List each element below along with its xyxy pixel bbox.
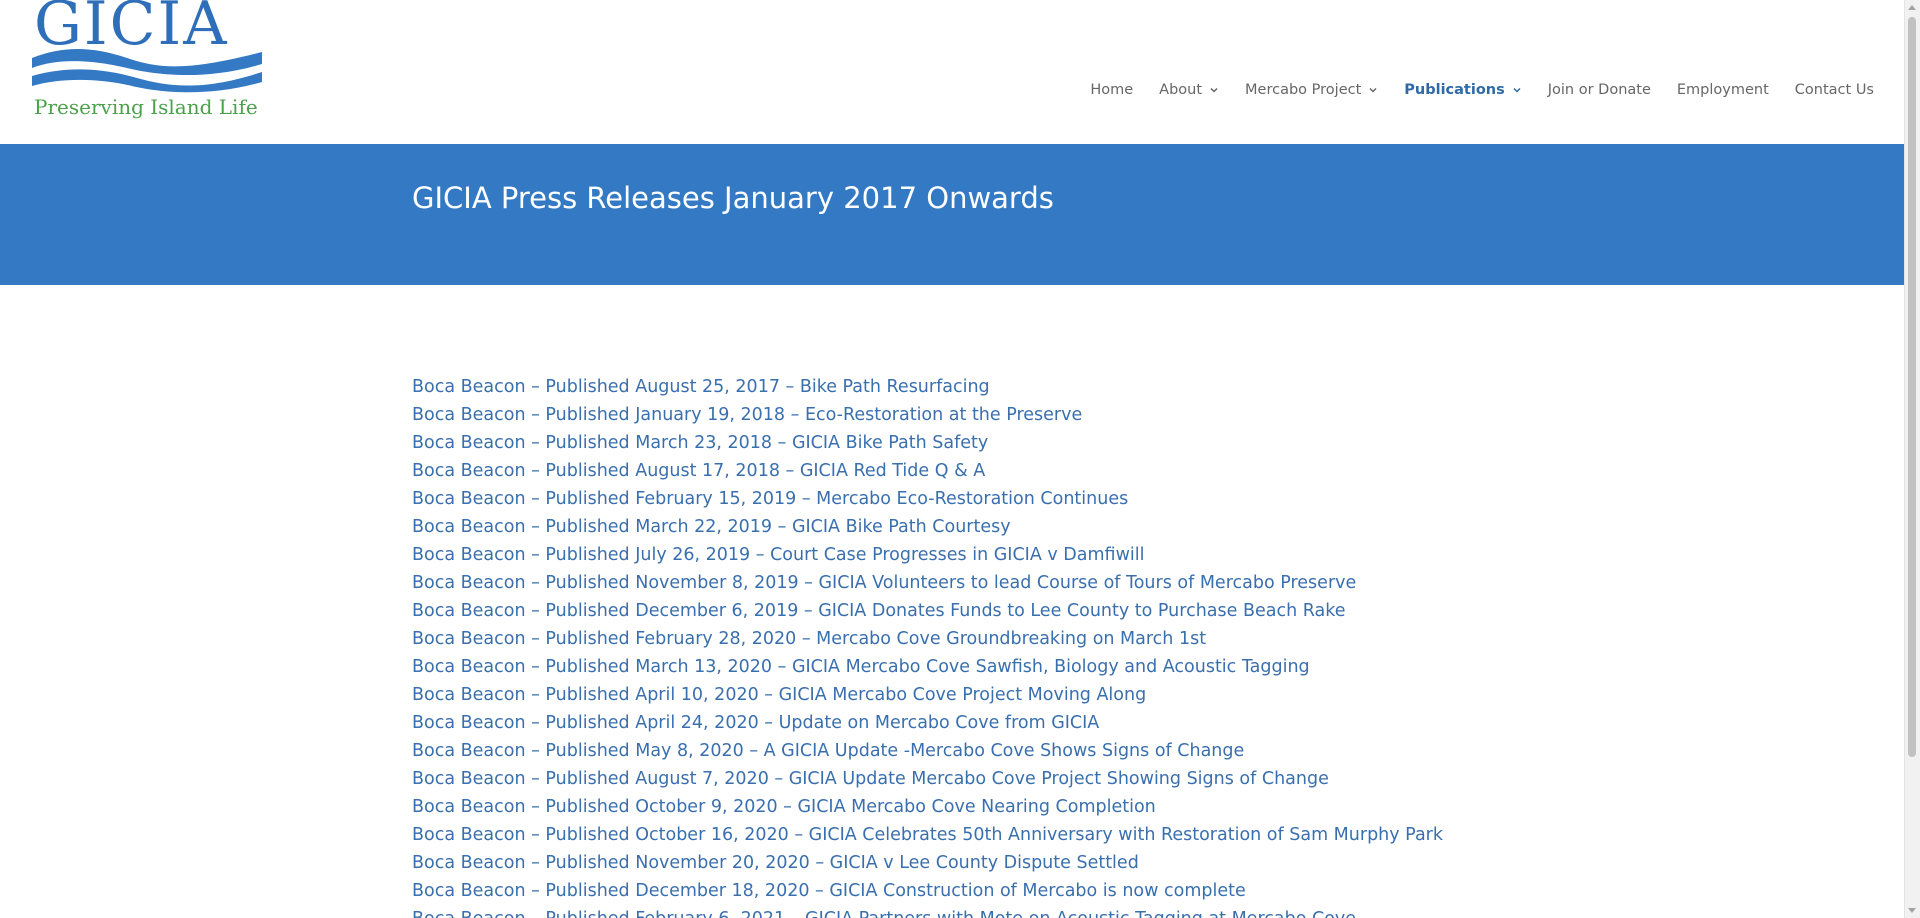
chevron-down-icon bbox=[1513, 87, 1521, 93]
press-release-link[interactable]: Boca Beacon – Published March 23, 2018 –… bbox=[412, 429, 1443, 457]
site-header: GICIA Preserving Island Life Home About … bbox=[0, 0, 1905, 144]
nav-item-contact-us[interactable]: Contact Us bbox=[1795, 82, 1874, 98]
press-release-link[interactable]: Boca Beacon – Published August 25, 2017 … bbox=[412, 373, 1443, 401]
press-release-link[interactable]: Boca Beacon – Published March 22, 2019 –… bbox=[412, 513, 1443, 541]
logo-tagline: Preserving Island Life bbox=[34, 95, 258, 119]
nav-item-label: Home bbox=[1090, 82, 1134, 98]
nav-item-mercabo-project[interactable]: Mercabo Project bbox=[1245, 82, 1378, 98]
press-release-link[interactable]: Boca Beacon – Published April 24, 2020 –… bbox=[412, 709, 1443, 737]
press-release-link[interactable]: Boca Beacon – Published August 7, 2020 –… bbox=[412, 765, 1443, 793]
nav-item-home[interactable]: Home bbox=[1090, 82, 1133, 98]
press-release-link[interactable]: Boca Beacon – Published November 20, 202… bbox=[412, 849, 1443, 877]
scroll-up-icon[interactable] bbox=[1908, 5, 1916, 10]
nav-item-about[interactable]: About bbox=[1159, 82, 1219, 98]
chevron-down-icon bbox=[1369, 87, 1377, 93]
press-release-link[interactable]: Boca Beacon – Published October 9, 2020 … bbox=[412, 793, 1443, 821]
press-release-link[interactable]: Boca Beacon – Published December 6, 2019… bbox=[412, 597, 1443, 625]
site-logo[interactable]: GICIA Preserving Island Life bbox=[32, 0, 262, 122]
nav-item-label: Employment bbox=[1676, 82, 1769, 98]
page-title: GICIA Press Releases January 2017 Onward… bbox=[412, 181, 1054, 215]
logo-waves-icon bbox=[32, 49, 262, 93]
press-release-link[interactable]: Boca Beacon – Published February 28, 202… bbox=[412, 625, 1443, 653]
main-nav: Home About Mercabo Project Publications … bbox=[1064, 78, 1874, 102]
nav-item-label: About bbox=[1159, 82, 1203, 98]
nav-item-label: Join or Donate bbox=[1547, 82, 1651, 98]
press-release-link[interactable]: Boca Beacon – Published August 17, 2018 … bbox=[412, 457, 1443, 485]
press-release-link[interactable]: Boca Beacon – Published February 15, 201… bbox=[412, 485, 1443, 513]
press-release-link[interactable]: Boca Beacon – Published January 19, 2018… bbox=[412, 401, 1443, 429]
nav-item-join-or-donate[interactable]: Join or Donate bbox=[1548, 82, 1651, 98]
press-release-link[interactable]: Boca Beacon – Published February 6, 2021… bbox=[412, 905, 1443, 918]
press-release-list: Boca Beacon – Published August 25, 2017 … bbox=[412, 373, 1443, 918]
press-release-link[interactable]: Boca Beacon – Published March 13, 2020 –… bbox=[412, 653, 1443, 681]
press-release-link[interactable]: Boca Beacon – Published May 8, 2020 – A … bbox=[412, 737, 1443, 765]
vertical-scrollbar[interactable] bbox=[1904, 0, 1920, 918]
page-title-band: GICIA Press Releases January 2017 Onward… bbox=[0, 144, 1905, 285]
nav-item-publications[interactable]: Publications bbox=[1404, 82, 1521, 98]
nav-item-label: Publications bbox=[1404, 82, 1505, 98]
press-release-link[interactable]: Boca Beacon – Published July 26, 2019 – … bbox=[412, 541, 1443, 569]
chevron-down-icon bbox=[1210, 87, 1218, 93]
press-release-link[interactable]: Boca Beacon – Published October 16, 2020… bbox=[412, 821, 1443, 849]
nav-item-employment[interactable]: Employment bbox=[1677, 82, 1769, 98]
nav-item-label: Contact Us bbox=[1794, 82, 1874, 98]
scrollbar-thumb[interactable] bbox=[1908, 17, 1916, 757]
press-release-link[interactable]: Boca Beacon – Published November 8, 2019… bbox=[412, 569, 1443, 597]
press-release-link[interactable]: Boca Beacon – Published December 18, 202… bbox=[412, 877, 1443, 905]
press-release-link[interactable]: Boca Beacon – Published April 10, 2020 –… bbox=[412, 681, 1443, 709]
page: GICIA Preserving Island Life Home About … bbox=[0, 0, 1905, 918]
scroll-down-icon[interactable] bbox=[1908, 908, 1916, 913]
nav-item-label: Mercabo Project bbox=[1245, 82, 1362, 98]
